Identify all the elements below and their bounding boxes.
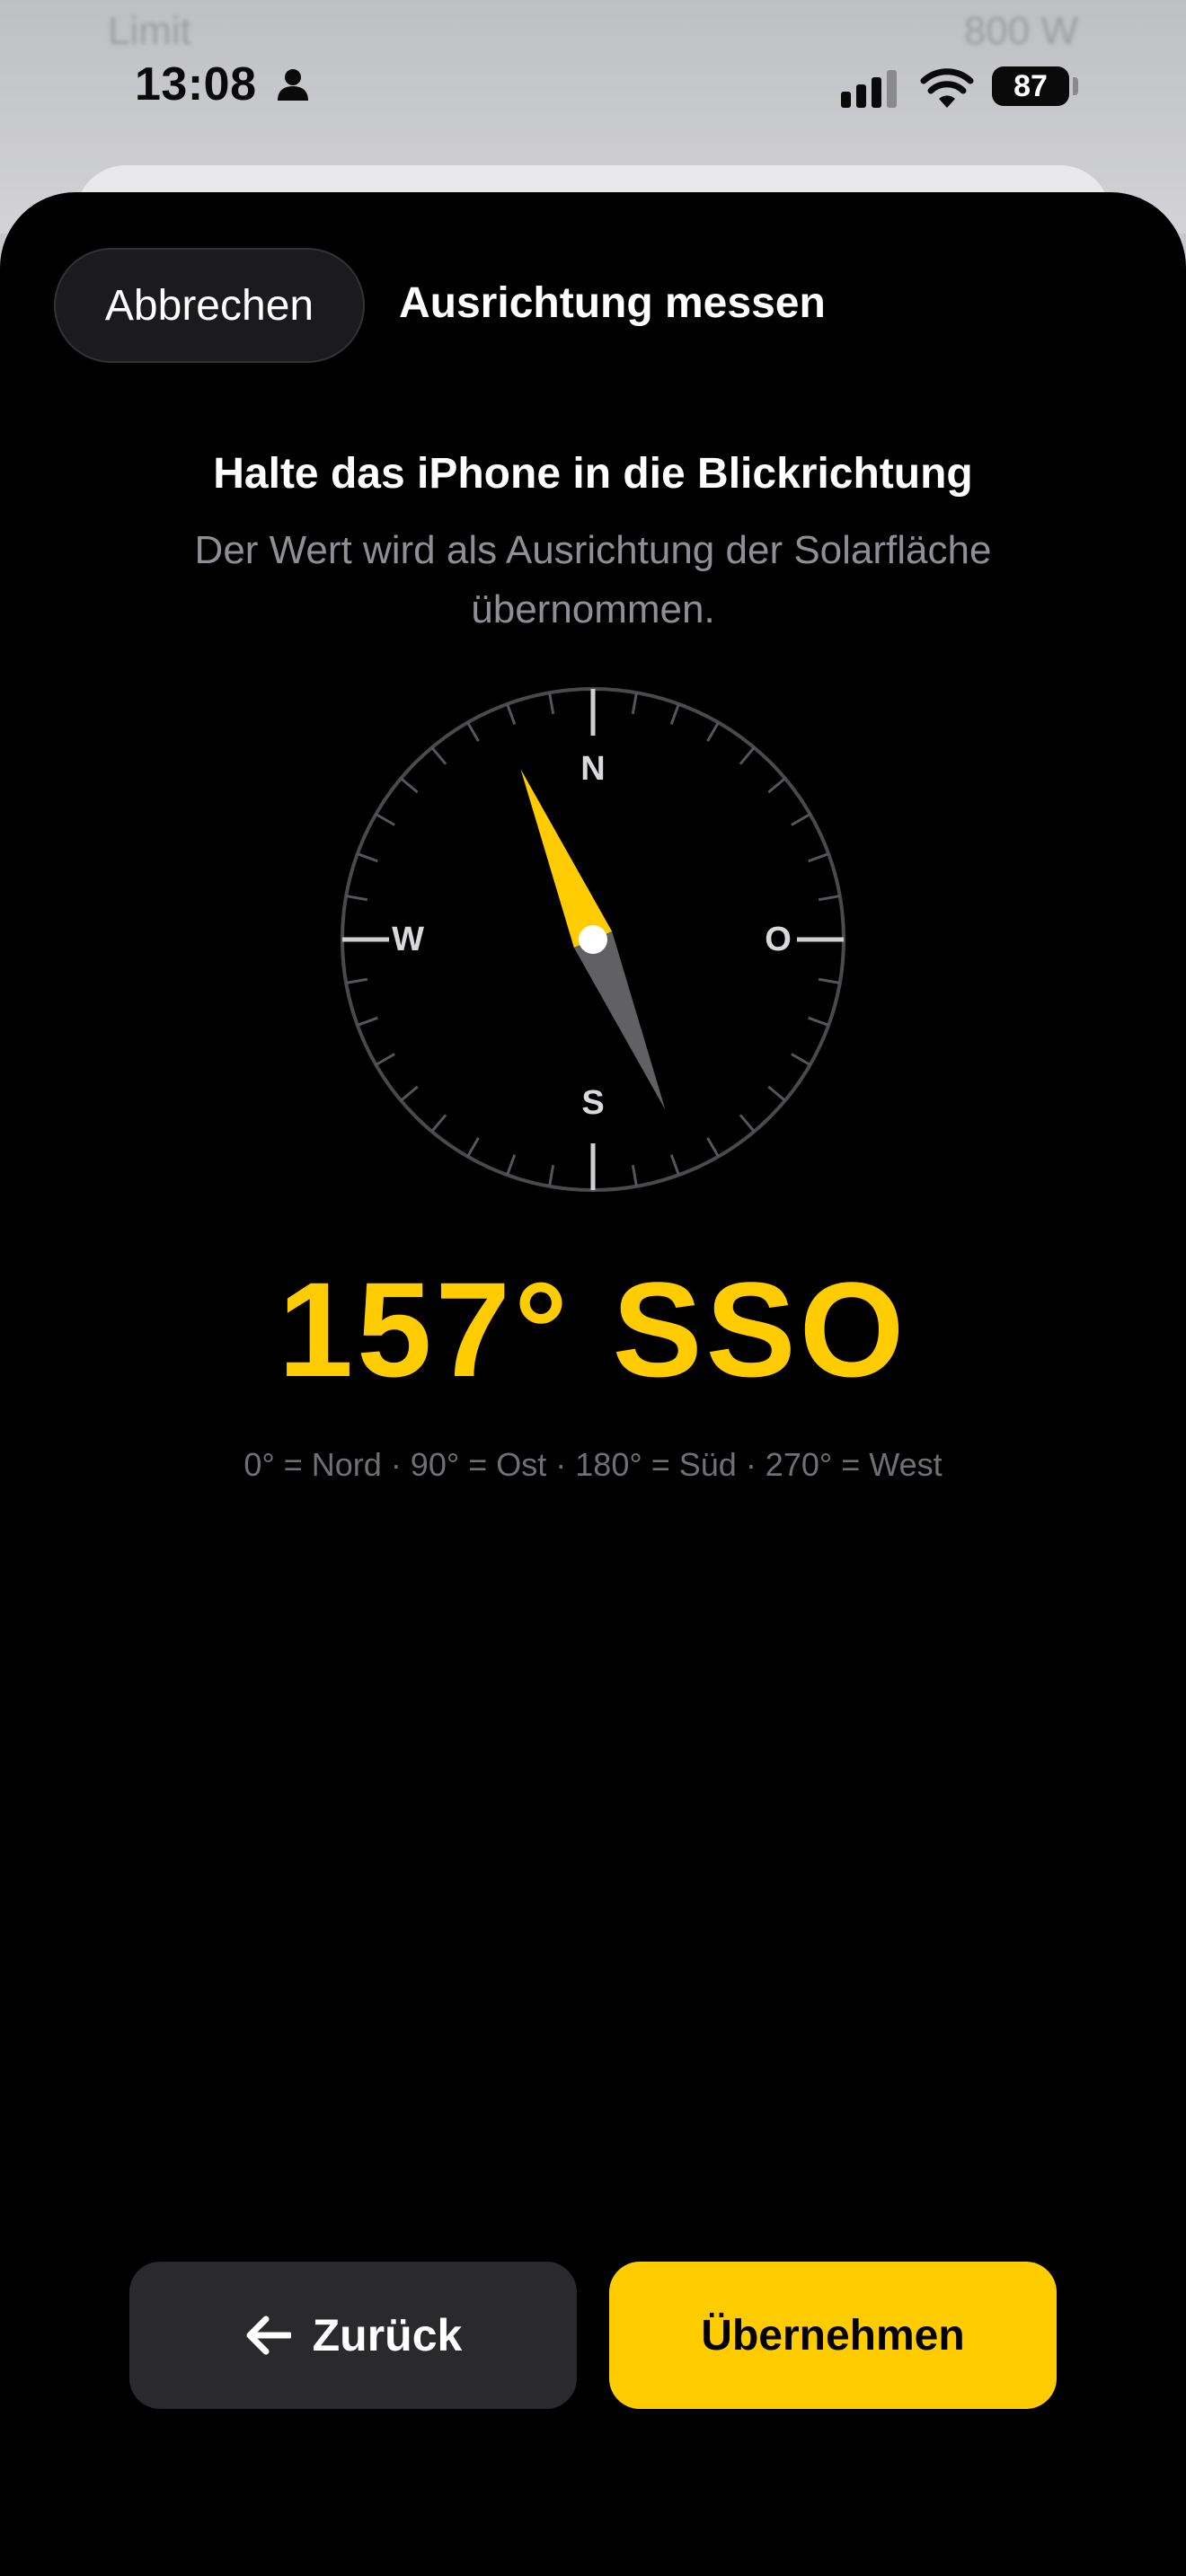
compass-needle bbox=[520, 769, 666, 1110]
compass-tick bbox=[631, 692, 638, 715]
compass-tick bbox=[631, 1164, 638, 1187]
compass-tick bbox=[430, 746, 447, 765]
compass-tick bbox=[669, 703, 680, 725]
compass-tick bbox=[669, 1154, 680, 1176]
compass-tick bbox=[357, 852, 378, 863]
compass-tick bbox=[357, 1016, 378, 1027]
status-time: 13:08 bbox=[135, 58, 257, 110]
compass-tick bbox=[808, 852, 829, 863]
person-icon bbox=[278, 69, 308, 101]
background-limit-value: 800 W bbox=[963, 9, 1078, 53]
compass-tick bbox=[791, 1053, 811, 1066]
back-button[interactable]: Zurück bbox=[129, 2262, 577, 2409]
compass-tick bbox=[739, 1114, 756, 1133]
compass-dial: N O S W bbox=[341, 687, 845, 1192]
compass-east-label: O bbox=[765, 921, 792, 958]
compass-tick bbox=[706, 1137, 720, 1158]
hint-text: Der Wert wird als Ausrichtung der Solarf… bbox=[194, 528, 992, 631]
compass-tick bbox=[375, 813, 395, 826]
compass-tick bbox=[739, 746, 756, 765]
sheet-title: Ausrichtung messen bbox=[399, 279, 826, 327]
compass-tick bbox=[808, 1016, 829, 1027]
direction-legend: 0° = Nord · 90° = Ost · 180° = Süd · 270… bbox=[243, 1446, 943, 1483]
heading-readout: 157° SSO bbox=[278, 1254, 908, 1405]
compass-tick bbox=[706, 721, 720, 742]
arrow-left-icon bbox=[246, 2316, 291, 2355]
compass-tick bbox=[767, 777, 786, 794]
compass-tick bbox=[430, 1114, 447, 1133]
compass-tick bbox=[767, 1085, 786, 1102]
background-limit-label: Limit bbox=[108, 9, 191, 53]
cancel-button[interactable]: Abbrechen bbox=[54, 248, 365, 363]
compass-tick bbox=[375, 1053, 395, 1066]
compass-tick bbox=[345, 895, 368, 902]
cellular-signal-icon bbox=[841, 70, 897, 108]
battery-tip bbox=[1073, 77, 1078, 95]
measure-orientation-sheet: Abbrechen Ausrichtung messen Halte das i… bbox=[0, 192, 1186, 2576]
compass-south-label: S bbox=[581, 1084, 604, 1122]
compass-tick bbox=[345, 977, 368, 984]
wifi-icon bbox=[920, 68, 974, 108]
instruction-text: Halte das iPhone in die Blickrichtung bbox=[213, 450, 973, 498]
compass-tick bbox=[818, 895, 841, 902]
compass-north-label: N bbox=[580, 750, 605, 788]
compass-tick bbox=[791, 813, 811, 826]
back-button-label: Zurück bbox=[312, 2310, 463, 2360]
battery-indicator: 87 bbox=[992, 66, 1069, 106]
compass-west-label: W bbox=[392, 921, 424, 958]
compass-tick bbox=[818, 977, 841, 984]
compass-tick bbox=[466, 721, 480, 742]
compass-tick bbox=[548, 692, 555, 715]
compass-tick bbox=[506, 703, 517, 725]
compass-tick bbox=[400, 1085, 419, 1102]
compass-tick bbox=[466, 1137, 480, 1158]
apply-button[interactable]: Übernehmen bbox=[609, 2262, 1057, 2409]
compass-tick bbox=[400, 777, 419, 794]
compass-tick bbox=[506, 1154, 517, 1176]
compass-tick bbox=[548, 1164, 555, 1187]
